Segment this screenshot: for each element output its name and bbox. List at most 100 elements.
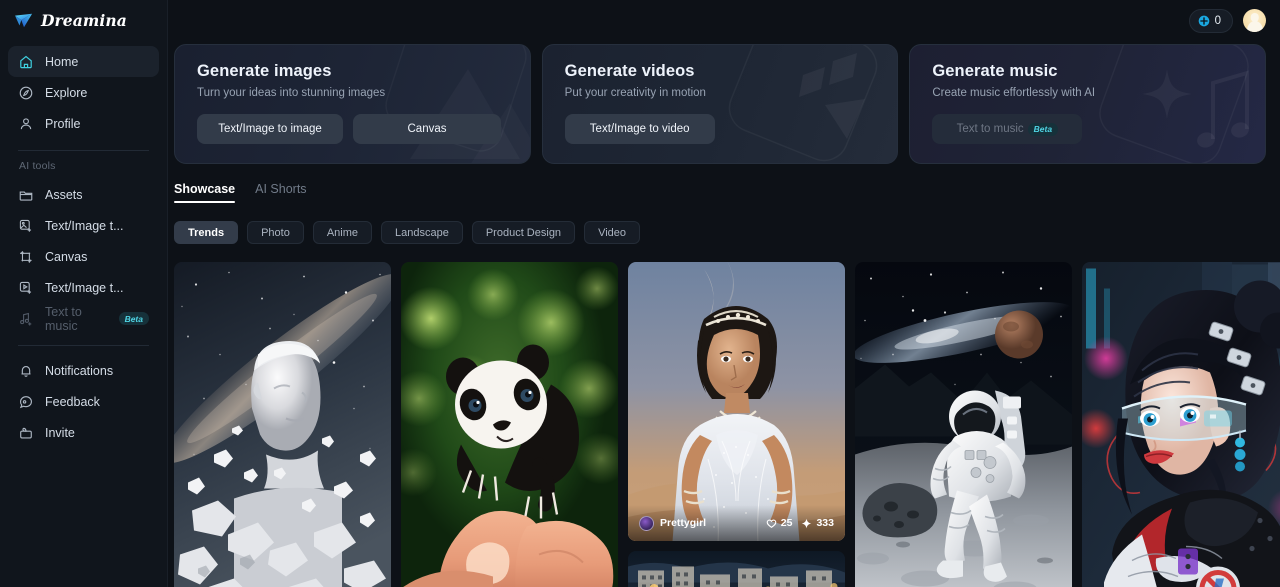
video-plus-icon (19, 281, 32, 294)
star-stat[interactable]: 333 (801, 517, 834, 529)
chip-landscape[interactable]: Landscape (381, 221, 463, 244)
sidebar-item-label: Profile (45, 116, 81, 131)
folder-icon (19, 191, 33, 201)
sidebar-item-text-image-to-video[interactable]: Text/Image t... (8, 272, 159, 303)
sidebar-item-notifications[interactable]: Notifications (8, 355, 159, 386)
hero-card-actions: Text/Image to video (564, 114, 878, 144)
author-avatar (639, 515, 654, 531)
canvas-button[interactable]: Canvas (353, 114, 501, 144)
sidebar-item-label: Text to music (45, 304, 82, 333)
brand-logo[interactable]: Dreamina (8, 0, 159, 41)
sidebar-bottom-nav: Notifications Feedback Invite (8, 355, 159, 448)
sidebar-item-label: Invite (45, 425, 75, 440)
gift-icon (20, 427, 32, 439)
gallery-tile-cyberpunk-girl[interactable] (1082, 262, 1280, 587)
app-root: Dreamina Home Explore Profile AI tools A… (0, 0, 1280, 587)
sidebar-item-explore[interactable]: Explore (8, 77, 159, 108)
hero-card-title: Generate videos (564, 62, 695, 80)
chip-trends[interactable]: Trends (174, 221, 239, 244)
gallery-tile-night-city[interactable] (628, 551, 845, 587)
tab-showcase[interactable]: Showcase (174, 182, 236, 203)
sidebar-item-label: Text/Image t... (45, 218, 124, 233)
canvas-icon (20, 250, 32, 263)
chip-product-design[interactable]: Product Design (471, 221, 576, 244)
top-bar: 0 (168, 0, 1280, 41)
avatar[interactable] (1243, 9, 1266, 32)
gallery-column (174, 262, 391, 587)
star-count: 333 (816, 517, 834, 530)
sidebar-item-label: Home (45, 54, 79, 69)
text-to-music-button[interactable]: Text to music Beta (932, 114, 1083, 144)
home-icon (20, 55, 32, 68)
text-image-to-video-button[interactable]: Text/Image to video (564, 114, 715, 144)
sidebar-divider-top (18, 150, 149, 151)
hero-card-actions: Text/Image to image Canvas (197, 114, 510, 144)
credit-coin-icon (1198, 15, 1209, 26)
hero-card-actions: Text to music Beta (932, 114, 1245, 144)
hero-card-title: Generate images (197, 62, 332, 80)
author-name: Prettygirl (660, 517, 707, 530)
like-stat[interactable]: 25 (766, 517, 793, 530)
hero-card-generate-music[interactable]: Generate music Create music effortlessly… (909, 44, 1267, 164)
hero-card-subtitle: Turn your ideas into stunning images (197, 87, 386, 99)
sidebar-item-text-to-music[interactable]: Text to music Beta (8, 303, 159, 334)
beta-badge: Beta (1027, 122, 1059, 136)
music-plus-icon (20, 312, 32, 326)
sidebar-item-home[interactable]: Home (8, 46, 159, 77)
sidebar-item-canvas[interactable]: Canvas (8, 241, 159, 272)
chip-anime[interactable]: Anime (312, 221, 373, 244)
sidebar-item-label: Assets (45, 187, 83, 202)
person-icon (20, 117, 32, 129)
sidebar-item-invite[interactable]: Invite (8, 417, 159, 448)
cyberpunk-girl-image (1082, 262, 1280, 587)
astronaut-moon-image (855, 262, 1072, 587)
desert-bride-image (628, 262, 845, 542)
sparkle-icon (802, 518, 812, 528)
content-tabs: Showcase AI Shorts (168, 164, 1280, 203)
sidebar-tools-nav: Assets Text/Image t... Canvas Text/Image… (8, 179, 159, 334)
sidebar-primary-nav: Home Explore Profile (8, 46, 159, 139)
gallery-column: Prettygirl 25 333 (628, 262, 845, 587)
gallery-column (855, 262, 1072, 587)
sidebar-item-feedback[interactable]: Feedback (8, 386, 159, 417)
sidebar-item-text-image-to-image[interactable]: Text/Image t... (8, 210, 159, 241)
sidebar-item-profile[interactable]: Profile (8, 108, 159, 139)
sidebar-item-label: Canvas (45, 249, 88, 264)
bell-icon (21, 365, 31, 377)
statue-cosmos-image (174, 262, 391, 587)
tab-ai-shorts[interactable]: AI Shorts (255, 182, 306, 203)
compass-icon (19, 86, 33, 99)
beta-badge: Beta (118, 312, 149, 325)
gallery-tile-astronaut-moon[interactable] (855, 262, 1072, 587)
hero-card-generate-images[interactable]: Generate images Turn your ideas into stu… (174, 44, 531, 164)
showcase-gallery: Prettygirl 25 333 (168, 244, 1280, 587)
gallery-tile-desert-bride[interactable]: Prettygirl 25 333 (628, 262, 845, 542)
sidebar-divider-bottom (18, 345, 149, 346)
baby-panda-image (401, 262, 618, 587)
hero-card-subtitle: Put your creativity in motion (564, 87, 706, 99)
heart-icon (766, 519, 777, 528)
tile-overlay: Prettygirl 25 333 (628, 505, 845, 542)
chip-video[interactable]: Video (584, 221, 640, 244)
gallery-column (401, 262, 618, 587)
credits-badge[interactable]: 0 (1188, 8, 1233, 33)
gallery-tile-statue-cosmos[interactable] (174, 262, 391, 587)
paper-plane-logo-icon (15, 13, 33, 27)
text-image-to-image-button[interactable]: Text/Image to image (197, 114, 343, 144)
text-to-music-label: Text to music (956, 123, 1024, 135)
main-content: 0 Generate images Turn your ideas into s… (168, 0, 1280, 587)
sidebar-item-label: Explore (45, 85, 88, 100)
chip-photo[interactable]: Photo (247, 221, 304, 244)
chat-icon (19, 395, 33, 408)
sidebar-item-assets[interactable]: Assets (8, 179, 159, 210)
sidebar-section-ai-tools: AI tools (19, 160, 56, 172)
sidebar-item-label: Text/Image t... (45, 280, 124, 295)
like-count: 25 (780, 517, 793, 530)
hero-cards: Generate images Turn your ideas into stu… (168, 41, 1280, 164)
tile-stats: 25 333 (766, 517, 834, 529)
sidebar: Dreamina Home Explore Profile AI tools A… (0, 0, 168, 587)
hero-card-title: Generate music (932, 62, 1058, 80)
hero-card-generate-videos[interactable]: Generate videos Put your creativity in m… (541, 44, 899, 164)
gallery-tile-baby-panda[interactable] (401, 262, 618, 587)
tile-author[interactable]: Prettygirl (639, 515, 707, 531)
